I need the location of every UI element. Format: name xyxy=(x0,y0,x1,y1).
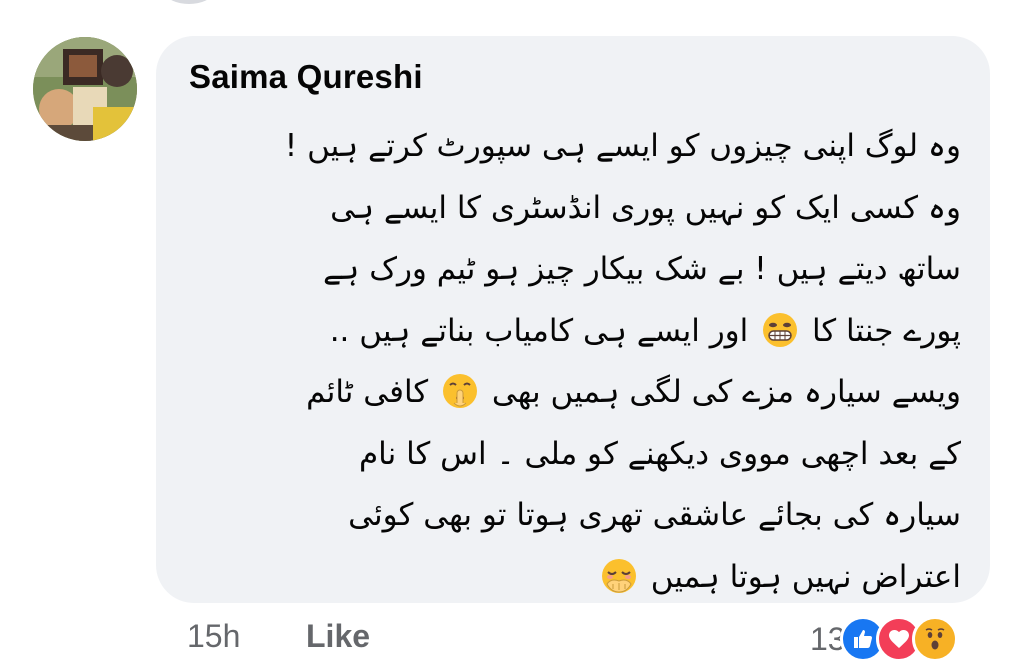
hand-over-mouth-emoji xyxy=(601,558,636,593)
comment-line: سیارہ کی بجائے عاشقی تھری ہوتا تو بھی کو… xyxy=(348,497,961,533)
comment-text-segment: اور ایسے ہی کامیاب بناتے ہیں .. xyxy=(329,312,749,349)
comment-line: وہ کسی ایک کو نہیں پوری انڈسٹری کا ایسے … xyxy=(330,189,961,226)
author-name[interactable]: Saima Qureshi xyxy=(189,58,423,96)
reaction-summary[interactable]: 13 xyxy=(810,614,958,664)
comment-actions: 15h Like 13 xyxy=(0,610,1024,671)
comment-text: وہ لوگ اپنی چیزوں کو ایسے ہی سپورٹ کرتے … xyxy=(186,116,961,608)
comment-text-segment: کافی ٹائم xyxy=(306,374,429,410)
shushing-face-emoji xyxy=(443,374,478,408)
comment-text-segment: اعتراض نہیں ہوتا ہمیں xyxy=(650,558,961,595)
comment-bubble: Saima Qureshi وہ لوگ اپنی چیزوں کو ایسے … xyxy=(156,36,990,603)
like-button[interactable]: Like xyxy=(306,618,370,655)
comment-line: وہ لوگ اپنی چیزوں کو ایسے ہی سپورٹ کرتے … xyxy=(284,128,961,164)
comment-text-segment: ویسے سیارہ مزے کی لگی ہمیں بھی xyxy=(491,374,961,410)
comment-container: Saima Qureshi وہ لوگ اپنی چیزوں کو ایسے … xyxy=(0,0,1024,671)
previous-comment-avatar-edge xyxy=(166,0,212,4)
wow-reaction-icon xyxy=(911,616,958,662)
grinning-face-emoji xyxy=(763,312,798,347)
comment-timestamp[interactable]: 15h xyxy=(187,618,240,655)
comment-text-segment: پورے جنتا کا xyxy=(811,312,961,349)
comment-line-with-emoji: اعتراض نہیں ہوتا ہمیں xyxy=(186,547,961,609)
comment-line-with-emoji: ویسے سیارہ مزے کی لگی ہمیں بھی کافی ٹائم xyxy=(186,362,961,424)
comment-line: کے بعد اچھی مووی دیکھنے کو ملی ۔ اس کا ن… xyxy=(358,435,961,472)
avatar-photo xyxy=(33,37,137,141)
comment-line-with-emoji: پورے جنتا کا اور ایسے ہی کامیاب بناتے ہی… xyxy=(186,301,961,363)
comment-line: ساتھ دیتے ہیں ! بے شک بیکار چیز ہو ٹیم و… xyxy=(323,251,961,287)
avatar[interactable] xyxy=(33,37,137,141)
